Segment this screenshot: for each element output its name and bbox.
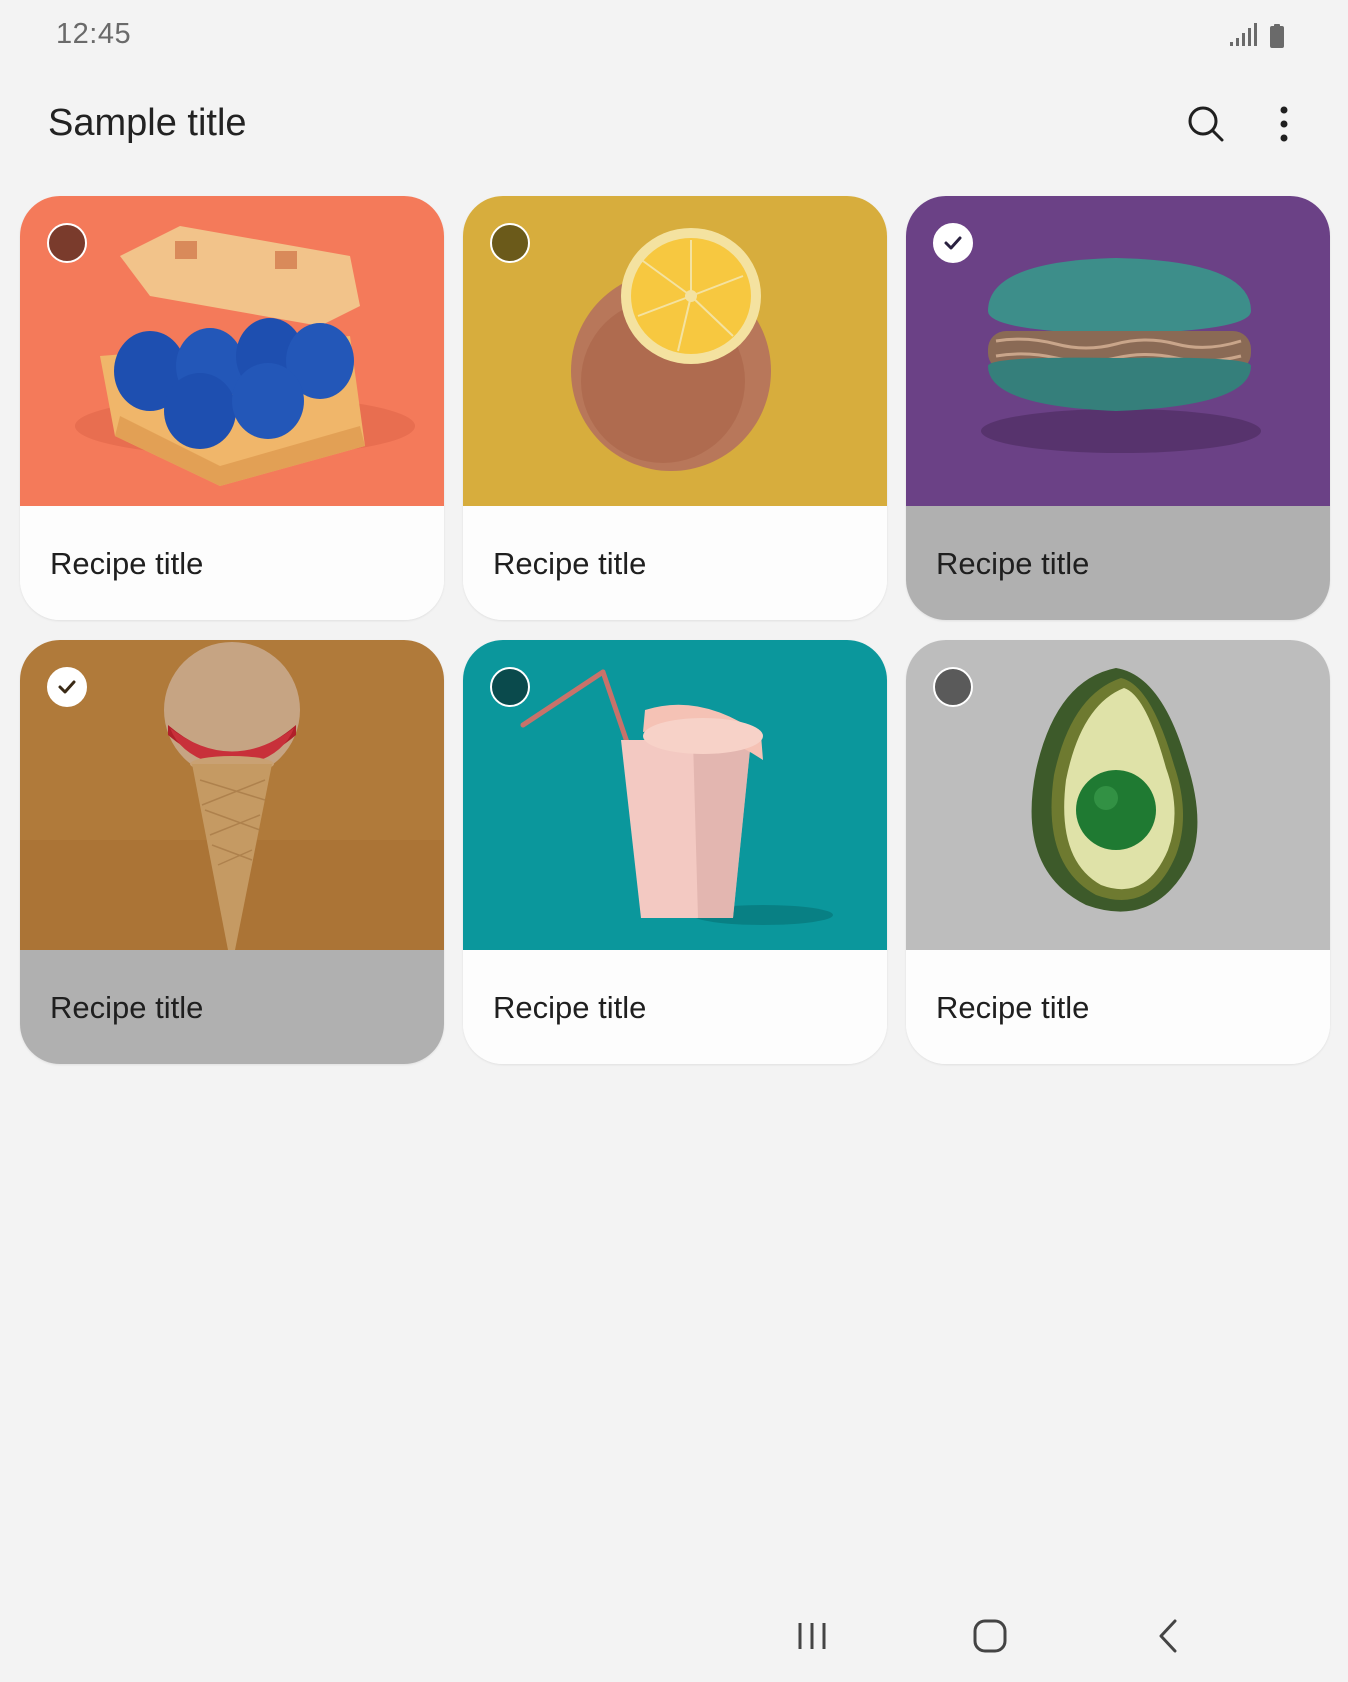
card-title: Recipe title xyxy=(493,990,647,1025)
back-button[interactable] xyxy=(1138,1608,1198,1664)
avocado-image xyxy=(906,640,1330,950)
status-time: 12:45 xyxy=(56,18,132,50)
check-icon xyxy=(944,236,962,250)
card-footer: Recipe title xyxy=(906,506,1330,620)
recipe-grid: Recipe title Recipe title Recipe title R… xyxy=(20,196,1330,1064)
card-title: Recipe title xyxy=(493,546,647,581)
card-footer: Recipe title xyxy=(463,950,887,1064)
check-icon xyxy=(58,680,76,694)
card-title: Recipe title xyxy=(50,546,204,581)
recipe-card-1[interactable]: Recipe title xyxy=(20,196,444,620)
page-title: Sample title xyxy=(48,102,247,144)
selection-checkbox[interactable] xyxy=(933,223,973,263)
selection-checkbox[interactable] xyxy=(47,223,87,263)
recipe-card-6[interactable]: Recipe title xyxy=(906,640,1330,1064)
navigation-bar xyxy=(0,1596,1348,1676)
card-footer: Recipe title xyxy=(20,506,444,620)
recipe-card-4[interactable]: Recipe title xyxy=(20,640,444,1064)
card-title: Recipe title xyxy=(936,546,1090,581)
ice-cream-cone-image xyxy=(20,640,444,950)
home-icon xyxy=(973,1619,1007,1653)
signal-icon xyxy=(1230,23,1257,46)
card-footer: Recipe title xyxy=(20,950,444,1064)
card-footer: Recipe title xyxy=(906,950,1330,1064)
status-icons xyxy=(1230,20,1294,50)
recipe-card-5[interactable]: Recipe title xyxy=(463,640,887,1064)
home-button[interactable] xyxy=(960,1608,1020,1664)
search-icon xyxy=(1188,106,1224,142)
selection-checkbox[interactable] xyxy=(490,223,530,263)
app-bar: Sample title xyxy=(0,88,1348,158)
back-icon xyxy=(1159,1619,1177,1653)
status-bar: 12:45 xyxy=(0,0,1348,70)
recents-icon xyxy=(798,1623,826,1649)
selection-checkbox[interactable] xyxy=(490,667,530,707)
selection-checkbox[interactable] xyxy=(47,667,87,707)
more-options-button[interactable] xyxy=(1258,98,1310,150)
more-vert-icon xyxy=(1280,106,1288,142)
recipe-card-3[interactable]: Recipe title xyxy=(906,196,1330,620)
recipe-card-2[interactable]: Recipe title xyxy=(463,196,887,620)
macaron-image xyxy=(906,196,1330,506)
recents-button[interactable] xyxy=(782,1608,842,1664)
lemon-image xyxy=(463,196,887,506)
card-title: Recipe title xyxy=(50,990,204,1025)
selection-checkbox[interactable] xyxy=(933,667,973,707)
egg-carton-image xyxy=(20,196,444,506)
battery-icon xyxy=(1270,24,1284,48)
card-title: Recipe title xyxy=(936,990,1090,1025)
search-button[interactable] xyxy=(1180,98,1232,150)
card-footer: Recipe title xyxy=(463,506,887,620)
coffee-cup-image xyxy=(463,640,887,950)
